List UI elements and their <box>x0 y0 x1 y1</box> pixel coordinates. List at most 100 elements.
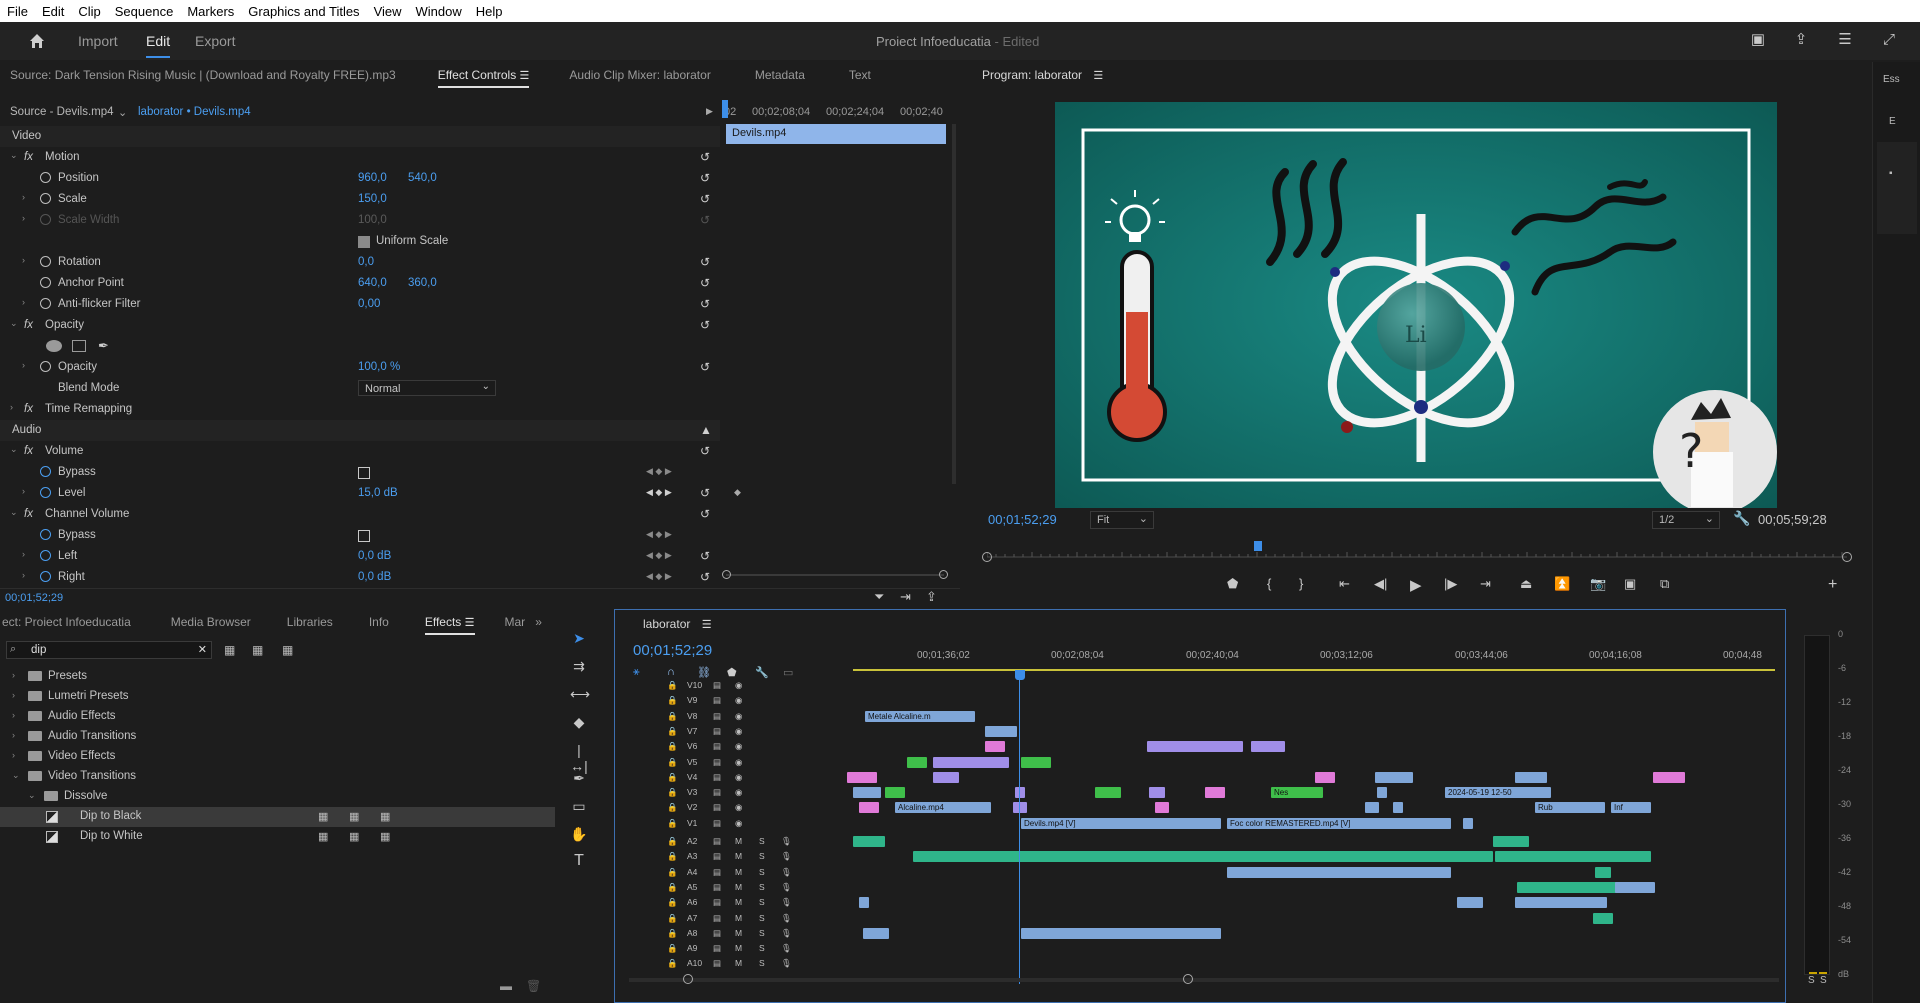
play-icon[interactable]: ▶ <box>1410 576 1422 594</box>
solo-button[interactable]: S <box>759 928 765 938</box>
chevron-down-icon[interactable]: ⌄ <box>28 790 36 801</box>
ec-timecode[interactable]: 00;01;52;29 <box>5 592 63 604</box>
stopwatch-icon[interactable] <box>40 466 51 477</box>
32bit-effects-icon[interactable]: ▦ <box>252 643 263 657</box>
lock-icon[interactable]: 🔒 <box>667 818 678 829</box>
play-clip-icon[interactable]: ▶ <box>706 106 713 117</box>
lock-icon[interactable]: 🔒 <box>667 802 678 813</box>
stopwatch-icon[interactable] <box>40 529 51 540</box>
mark-in-icon[interactable]: { <box>1267 576 1271 591</box>
audio-clip[interactable] <box>1493 836 1529 847</box>
effects-tree-item[interactable]: › Audio Transitions <box>0 727 555 747</box>
track-header[interactable]: 🔒 V9 ▤ ◉ <box>629 693 849 708</box>
quick-export-icon[interactable]: ▣ <box>1749 32 1767 48</box>
more-tabs-icon[interactable]: » <box>535 615 542 629</box>
stopwatch-icon[interactable] <box>40 361 51 372</box>
audio-clip[interactable] <box>1515 897 1607 909</box>
tab-project[interactable]: ect: Proiect Infoeducatia <box>2 615 131 629</box>
track-header[interactable]: 🔒 V8 ▤ ◉ <box>629 709 849 724</box>
mic-icon[interactable]: 🎙 <box>781 943 792 954</box>
ec-scrollbar[interactable] <box>952 124 956 484</box>
tab-source[interactable]: Source: Dark Tension Rising Music | (Dow… <box>10 68 396 82</box>
video-clip[interactable] <box>1375 771 1413 783</box>
toggle-sync-icon[interactable]: ▤ <box>713 711 721 722</box>
lock-icon[interactable]: 🔒 <box>667 772 678 783</box>
mic-icon[interactable]: 🎙 <box>781 913 792 924</box>
toggle-sync-icon[interactable]: ▤ <box>713 958 721 969</box>
mute-button[interactable]: M <box>735 928 742 938</box>
go-to-in-icon[interactable]: ⇤ <box>1339 576 1350 592</box>
keyframe-nav[interactable]: ◀ ◆ ▶ <box>646 487 672 498</box>
reset-icon[interactable]: ↺ <box>700 486 710 500</box>
solo-button[interactable]: S <box>759 943 765 953</box>
toggle-sync-icon[interactable]: ▤ <box>713 836 721 847</box>
position-y-value[interactable]: 540,0 <box>408 172 437 184</box>
tab-media-browser[interactable]: Media Browser <box>171 615 251 629</box>
toggle-sync-icon[interactable]: ▤ <box>713 818 721 829</box>
reset-icon[interactable]: ↺ <box>700 360 710 374</box>
toggle-sync-icon[interactable]: ▤ <box>713 897 721 908</box>
effects-tree-item[interactable]: ⌄ Video Transitions <box>0 767 555 787</box>
timeline-title[interactable]: laborator ☰ <box>643 617 712 631</box>
video-clip[interactable]: 2024-05-19 12-50 <box>1445 787 1551 799</box>
lock-icon[interactable]: 🔒 <box>667 711 678 722</box>
menu-sequence[interactable]: Sequence <box>108 4 181 19</box>
mute-button[interactable]: M <box>735 836 742 846</box>
left-value[interactable]: 0,0 dB <box>358 550 391 562</box>
opacity-value[interactable]: 100,0 % <box>358 361 400 373</box>
tab-markers[interactable]: Mar <box>505 615 526 629</box>
lock-icon[interactable]: 🔒 <box>667 958 678 969</box>
home-icon[interactable] <box>28 32 46 50</box>
video-clip[interactable] <box>933 771 959 783</box>
razor-tool-icon[interactable]: ◆ <box>570 714 588 732</box>
tab-edit[interactable]: Edit <box>146 33 171 58</box>
fullscreen-icon[interactable]: ⤢ <box>1880 32 1898 48</box>
keyframe-nav[interactable]: ◀ ◆ ▶ <box>646 466 672 477</box>
keyframe-nav[interactable]: ◀ ◆ ▶ <box>646 571 672 582</box>
eye-icon[interactable]: ◉ <box>735 757 742 768</box>
tab-audio-clip-mixer[interactable]: Audio Clip Mixer: laborator <box>569 68 710 82</box>
resolution-select[interactable]: 1/2 ⌄ <box>1652 511 1720 529</box>
menu-help[interactable]: Help <box>469 4 510 19</box>
mute-button[interactable]: M <box>735 943 742 953</box>
mic-icon[interactable]: 🎙 <box>781 928 792 939</box>
video-clip[interactable]: Devils.mp4 [V] <box>1021 817 1221 829</box>
solo-button[interactable]: S <box>759 836 765 846</box>
stopwatch-icon[interactable] <box>40 298 51 309</box>
video-clip[interactable]: Inf <box>1611 802 1651 814</box>
reset-icon[interactable]: ↺ <box>700 297 710 311</box>
audio-clip[interactable] <box>1457 897 1483 909</box>
volume-bypass-checkbox[interactable] <box>358 467 370 479</box>
video-clip[interactable]: Metale Alcaline.m <box>865 710 975 722</box>
uniform-scale-checkbox[interactable] <box>358 236 370 248</box>
add-marker-icon[interactable]: ⬟ <box>1227 576 1238 592</box>
reset-icon[interactable]: ↺ <box>700 276 710 290</box>
rectangle-mask-icon[interactable] <box>72 340 86 352</box>
toggle-sync-icon[interactable]: ▤ <box>713 943 721 954</box>
video-clip[interactable] <box>847 771 877 783</box>
multicam-icon[interactable]: ⧉ <box>1660 576 1669 592</box>
menu-clip[interactable]: Clip <box>71 4 107 19</box>
reset-icon[interactable]: ↺ <box>700 318 710 332</box>
stopwatch-icon[interactable] <box>40 256 51 267</box>
track-header[interactable]: 🔒 V7 ▤ ◉ <box>629 724 849 739</box>
chevron-right-icon[interactable]: › <box>12 670 15 680</box>
effects-tree-item[interactable]: › Presets <box>0 667 555 687</box>
mic-icon[interactable]: 🎙 <box>781 867 792 878</box>
pen-mask-icon[interactable]: ✒ <box>98 338 109 354</box>
program-video-frame[interactable]: Li ? <box>1055 102 1777 508</box>
time-remapping-row[interactable]: › fx Time Remapping <box>0 399 720 420</box>
level-value[interactable]: 15,0 dB <box>358 487 398 499</box>
ec-mini-clip[interactable]: Devils.mp4 <box>726 124 946 144</box>
mic-icon[interactable]: 🎙 <box>781 836 792 847</box>
comparison-view-icon[interactable]: ▣ <box>1624 576 1636 592</box>
ec-timeline-ruler[interactable]: 02 00;02;08;04 00;02;24;04 00;02;40 <box>722 98 946 122</box>
rectangle-tool-icon[interactable]: ▭ <box>570 798 588 816</box>
video-clip[interactable] <box>1393 802 1403 814</box>
mic-icon[interactable]: 🎙 <box>781 958 792 969</box>
video-clip[interactable] <box>1095 787 1121 799</box>
lock-icon[interactable]: 🔒 <box>667 943 678 954</box>
eye-icon[interactable]: ◉ <box>735 802 742 813</box>
channel-volume-row[interactable]: ⌄ fx Channel Volume ↺ <box>0 504 720 525</box>
chevron-down-icon[interactable]: ⌄ <box>118 106 127 119</box>
